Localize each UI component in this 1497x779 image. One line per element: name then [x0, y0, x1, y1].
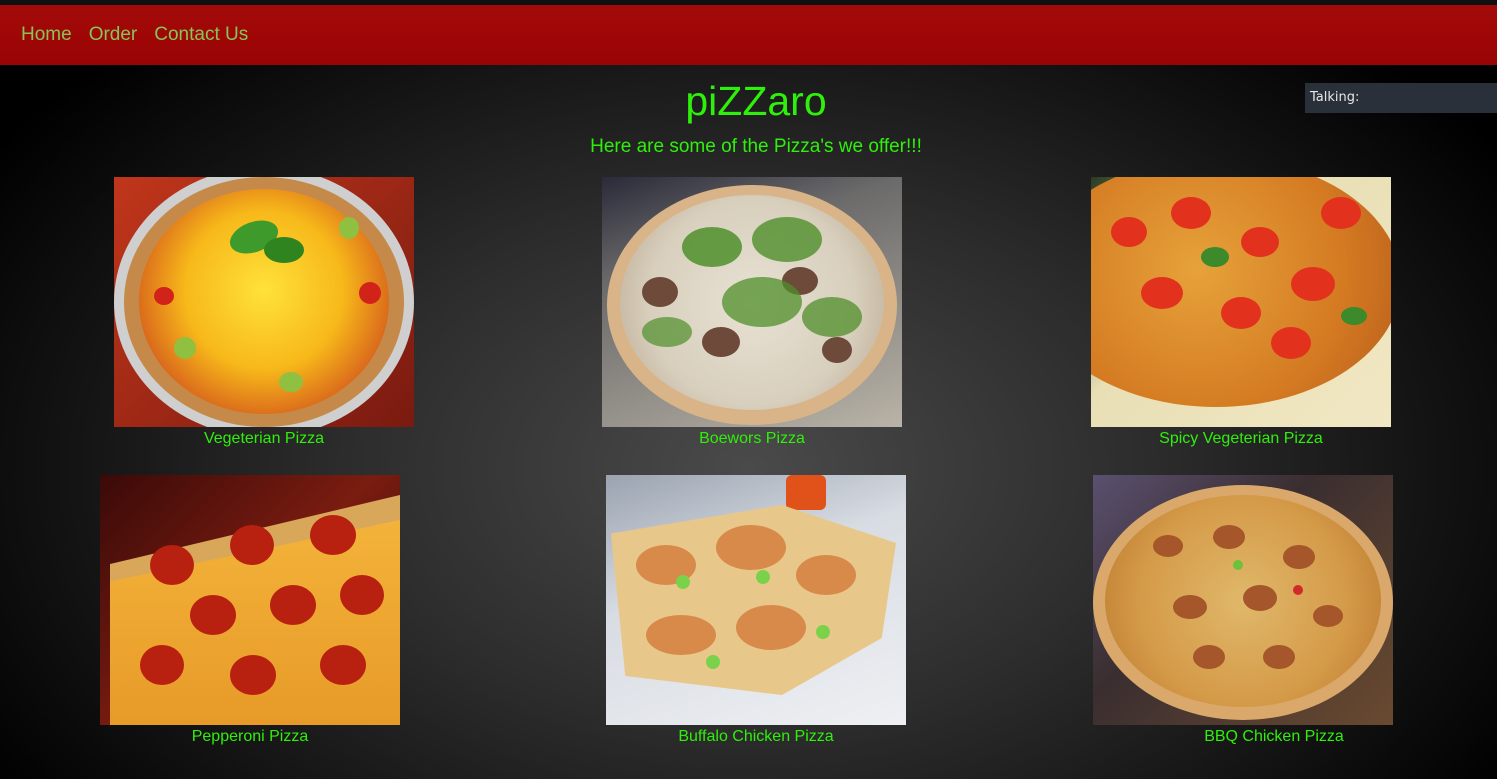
boewors-pizza-image[interactable]: [602, 177, 902, 427]
bbq-chicken-pizza-image[interactable]: [1093, 475, 1393, 725]
pizza-card-pepperoni[interactable]: Pepperoni Pizza: [100, 475, 400, 745]
spicy-vegeterian-pizza-image[interactable]: [1091, 177, 1391, 427]
talking-label: Talking:: [1310, 90, 1360, 105]
talking-widget[interactable]: Talking:: [1305, 83, 1497, 113]
site-title: piZZaro: [685, 78, 827, 124]
pizza-card-bbq-chicken[interactable]: BBQ Chicken Pizza: [1093, 475, 1393, 745]
pizza-card-boewors[interactable]: Boewors Pizza: [602, 177, 902, 447]
buffalo-chicken-pizza-image[interactable]: [606, 475, 906, 725]
pizza-name[interactable]: Vegeterian Pizza: [14, 430, 514, 448]
pepperoni-pizza-image[interactable]: [100, 475, 400, 725]
pizza-card-vegeterian[interactable]: Vegeterian Pizza: [114, 177, 414, 447]
nav-bar: Home Order Contact Us: [0, 5, 1497, 65]
pizza-name[interactable]: BBQ Chicken Pizza: [1024, 728, 1497, 746]
vegeterian-pizza-image[interactable]: [114, 177, 414, 427]
pizza-name[interactable]: Spicy Vegeterian Pizza: [991, 430, 1491, 448]
nav-contact-link[interactable]: Contact Us: [154, 24, 248, 46]
nav-order-link[interactable]: Order: [89, 24, 138, 46]
pizza-card-spicy-vegeterian[interactable]: Spicy Vegeterian Pizza: [1091, 177, 1391, 447]
nav-home-link[interactable]: Home: [21, 24, 72, 46]
pizza-card-buffalo-chicken[interactable]: Buffalo Chicken Pizza: [606, 475, 906, 745]
page-subtitle: Here are some of the Pizza's we offer!!!: [590, 136, 922, 157]
pizza-name[interactable]: Buffalo Chicken Pizza: [506, 728, 1006, 746]
pizza-name[interactable]: Pepperoni Pizza: [0, 728, 500, 746]
pizza-name[interactable]: Boewors Pizza: [502, 430, 1002, 448]
